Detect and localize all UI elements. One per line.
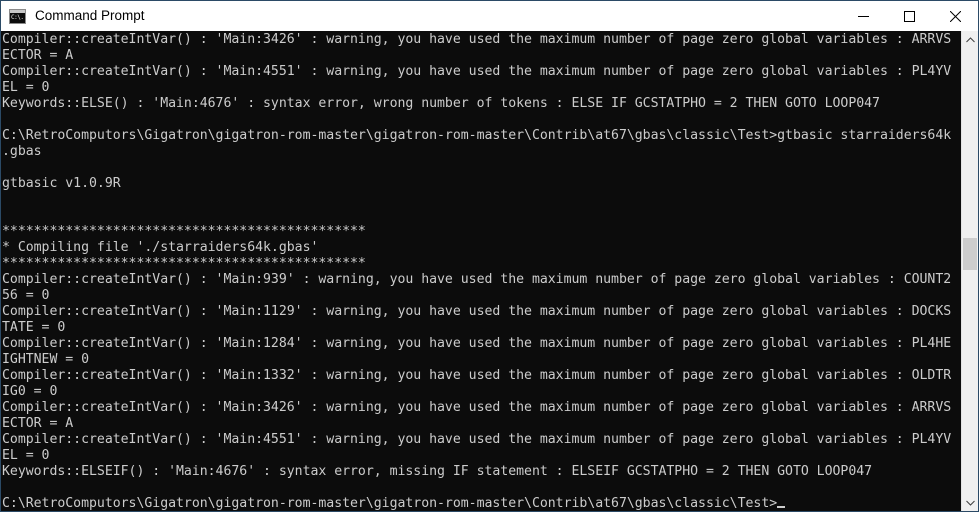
text-cursor [777,506,786,508]
title-bar-left: C:\. Command Prompt [1,1,840,31]
window-controls [840,1,978,31]
scroll-down-button[interactable] [962,494,978,511]
command-prompt-window: C:\. Command Prompt Compiler::createIntV… [0,0,979,512]
maximize-button[interactable] [886,1,932,31]
console-output-area[interactable]: Compiler::createIntVar() : 'Main:3426' :… [1,31,961,511]
maximize-icon [903,10,915,22]
scrollbar-track[interactable] [962,48,978,494]
chevron-up-icon [965,36,975,42]
chevron-down-icon [965,500,975,506]
window-title: Command Prompt [35,8,145,23]
minimize-icon [857,15,869,17]
console-text: Compiler::createIntVar() : 'Main:3426' :… [2,32,952,511]
vertical-scrollbar[interactable] [961,31,978,511]
scrollbar-thumb[interactable] [963,238,977,270]
scroll-up-button[interactable] [962,31,978,48]
console-icon: C:\. [9,8,26,24]
close-button[interactable] [932,1,978,31]
minimize-button[interactable] [840,1,886,31]
title-bar[interactable]: C:\. Command Prompt [1,1,978,31]
console-icon-screen: C:\. [10,12,25,23]
close-icon [949,10,961,22]
